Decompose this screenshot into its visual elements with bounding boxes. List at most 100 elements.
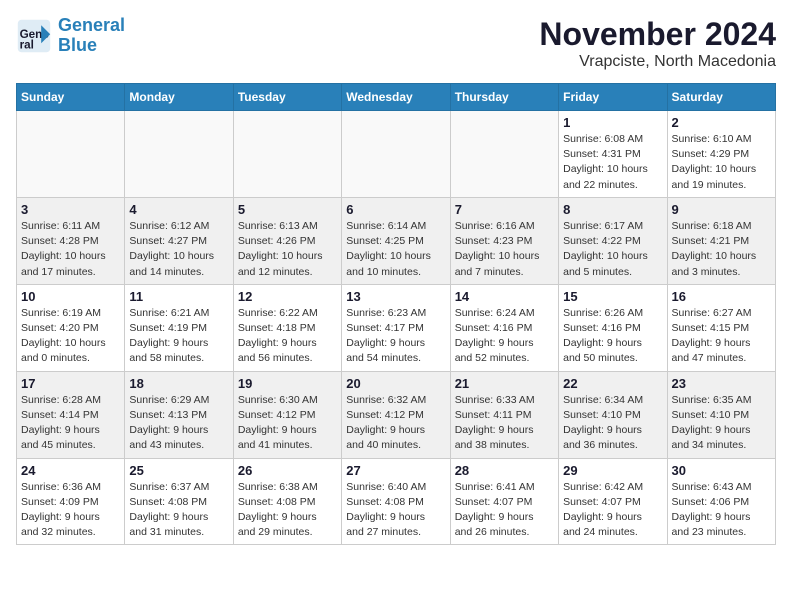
day-number: 16 [672, 289, 771, 304]
calendar-week-1: 1Sunrise: 6:08 AMSunset: 4:31 PMDaylight… [17, 111, 776, 198]
day-number: 28 [455, 463, 554, 478]
calendar-cell: 26 Sunrise: 6:38 AMSunset: 4:08 PMDayligh… [233, 458, 341, 545]
day-info: Sunrise: 6:30 AMSunset: 4:12 PMDaylight:… [238, 393, 337, 454]
day-info: Sunrise: 6:38 AMSunset: 4:08 PMDaylight:… [238, 480, 337, 541]
calendar-cell: 22 Sunrise: 6:34 AMSunset: 4:10 PMDayligh… [559, 371, 667, 458]
day-number: 26 [238, 463, 337, 478]
day-number: 11 [129, 289, 228, 304]
day-info: Sunrise: 6:40 AMSunset: 4:08 PMDaylight:… [346, 480, 445, 541]
day-number: 9 [672, 202, 771, 217]
day-info: Sunrise: 6:29 AMSunset: 4:13 PMDaylight:… [129, 393, 228, 454]
day-info: Sunrise: 6:14 AMSunset: 4:25 PMDaylight:… [346, 219, 445, 280]
day-header-tuesday: Tuesday [233, 84, 341, 111]
month-title: November 2024 [539, 16, 776, 53]
day-number: 21 [455, 376, 554, 391]
day-number: 14 [455, 289, 554, 304]
location-subtitle: Vrapciste, North Macedonia [539, 53, 776, 71]
day-number: 15 [563, 289, 662, 304]
logo-line1: General [58, 15, 125, 35]
svg-text:ral: ral [20, 38, 34, 51]
calendar-cell [450, 111, 558, 198]
calendar-week-2: 3 Sunrise: 6:11 AMSunset: 4:28 PMDaylight… [17, 197, 776, 284]
day-number: 3 [21, 202, 120, 217]
logo-icon: Gene ral [16, 18, 52, 54]
calendar-cell: 13 Sunrise: 6:23 AMSunset: 4:17 PMDayligh… [342, 284, 450, 371]
calendar-cell: 4Sunrise: 6:12 AMSunset: 4:27 PMDaylight… [125, 197, 233, 284]
day-info: Sunrise: 6:41 AMSunset: 4:07 PMDaylight:… [455, 480, 554, 541]
calendar-cell: 16 Sunrise: 6:27 AMSunset: 4:15 PMDayligh… [667, 284, 775, 371]
calendar-week-4: 17Sunrise: 6:28 AMSunset: 4:14 PMDayligh… [17, 371, 776, 458]
day-number: 7 [455, 202, 554, 217]
day-info: Sunrise: 6:36 AMSunset: 4:09 PMDaylight:… [21, 480, 120, 541]
calendar-cell [342, 111, 450, 198]
day-info: Sunrise: 6:11 AMSunset: 4:28 PMDaylight:… [21, 219, 120, 280]
day-info: Sunrise: 6:42 AMSunset: 4:07 PMDaylight:… [563, 480, 662, 541]
logo-line2: Blue [58, 35, 97, 55]
day-info: Sunrise: 6:13 AMSunset: 4:26 PMDaylight:… [238, 219, 337, 280]
calendar-cell: 25Sunrise: 6:37 AMSunset: 4:08 PMDayligh… [125, 458, 233, 545]
day-info: Sunrise: 6:28 AMSunset: 4:14 PMDaylight:… [21, 393, 120, 454]
day-number: 29 [563, 463, 662, 478]
day-info: Sunrise: 6:22 AMSunset: 4:18 PMDaylight:… [238, 306, 337, 367]
calendar-cell: 24 Sunrise: 6:36 AMSunset: 4:09 PMDayligh… [17, 458, 125, 545]
day-info: Sunrise: 6:10 AMSunset: 4:29 PMDaylight:… [672, 132, 771, 193]
calendar-cell: 10Sunrise: 6:19 AMSunset: 4:20 PMDayligh… [17, 284, 125, 371]
day-header-friday: Friday [559, 84, 667, 111]
day-info: Sunrise: 6:34 AMSunset: 4:10 PMDaylight:… [563, 393, 662, 454]
calendar-cell: 11 Sunrise: 6:21 AMSunset: 4:19 PMDayligh… [125, 284, 233, 371]
day-header-wednesday: Wednesday [342, 84, 450, 111]
calendar-cell: 6Sunrise: 6:14 AMSunset: 4:25 PMDaylight… [342, 197, 450, 284]
day-info: Sunrise: 6:21 AMSunset: 4:19 PMDaylight:… [129, 306, 228, 367]
day-info: Sunrise: 6:17 AMSunset: 4:22 PMDaylight:… [563, 219, 662, 280]
day-number: 1 [563, 115, 662, 130]
calendar-cell: 5 Sunrise: 6:13 AMSunset: 4:26 PMDaylight… [233, 197, 341, 284]
day-info: Sunrise: 6:27 AMSunset: 4:15 PMDaylight:… [672, 306, 771, 367]
calendar-cell [125, 111, 233, 198]
day-number: 12 [238, 289, 337, 304]
calendar-cell: 17Sunrise: 6:28 AMSunset: 4:14 PMDayligh… [17, 371, 125, 458]
title-block: November 2024 Vrapciste, North Macedonia [539, 16, 776, 71]
calendar-cell: 3 Sunrise: 6:11 AMSunset: 4:28 PMDaylight… [17, 197, 125, 284]
day-number: 13 [346, 289, 445, 304]
day-number: 30 [672, 463, 771, 478]
day-info: Sunrise: 6:23 AMSunset: 4:17 PMDaylight:… [346, 306, 445, 367]
calendar-cell: 30 Sunrise: 6:43 AMSunset: 4:06 PMDayligh… [667, 458, 775, 545]
logo-text: General Blue [58, 16, 125, 56]
day-info: Sunrise: 6:18 AMSunset: 4:21 PMDaylight:… [672, 219, 771, 280]
calendar-header-row: SundayMondayTuesdayWednesdayThursdayFrid… [17, 84, 776, 111]
day-number: 22 [563, 376, 662, 391]
day-info: Sunrise: 6:35 AMSunset: 4:10 PMDaylight:… [672, 393, 771, 454]
calendar-cell: 23 Sunrise: 6:35 AMSunset: 4:10 PMDayligh… [667, 371, 775, 458]
day-info: Sunrise: 6:32 AMSunset: 4:12 PMDaylight:… [346, 393, 445, 454]
calendar-cell: 1Sunrise: 6:08 AMSunset: 4:31 PMDaylight… [559, 111, 667, 198]
day-info: Sunrise: 6:33 AMSunset: 4:11 PMDaylight:… [455, 393, 554, 454]
calendar-cell: 29 Sunrise: 6:42 AMSunset: 4:07 PMDayligh… [559, 458, 667, 545]
day-info: Sunrise: 6:37 AMSunset: 4:08 PMDaylight:… [129, 480, 228, 541]
day-header-saturday: Saturday [667, 84, 775, 111]
calendar-cell: 7 Sunrise: 6:16 AMSunset: 4:23 PMDaylight… [450, 197, 558, 284]
calendar-cell: 20 Sunrise: 6:32 AMSunset: 4:12 PMDayligh… [342, 371, 450, 458]
calendar-cell: 8 Sunrise: 6:17 AMSunset: 4:22 PMDaylight… [559, 197, 667, 284]
day-number: 8 [563, 202, 662, 217]
day-number: 23 [672, 376, 771, 391]
day-number: 24 [21, 463, 120, 478]
logo: Gene ral General Blue [16, 16, 125, 56]
day-info: Sunrise: 6:16 AMSunset: 4:23 PMDaylight:… [455, 219, 554, 280]
day-header-monday: Monday [125, 84, 233, 111]
calendar-cell: 14Sunrise: 6:24 AMSunset: 4:16 PMDayligh… [450, 284, 558, 371]
day-number: 10 [21, 289, 120, 304]
calendar-cell: 12 Sunrise: 6:22 AMSunset: 4:18 PMDayligh… [233, 284, 341, 371]
calendar-cell: 21 Sunrise: 6:33 AMSunset: 4:11 PMDayligh… [450, 371, 558, 458]
day-info: Sunrise: 6:43 AMSunset: 4:06 PMDaylight:… [672, 480, 771, 541]
calendar-week-3: 10Sunrise: 6:19 AMSunset: 4:20 PMDayligh… [17, 284, 776, 371]
calendar-cell: 27Sunrise: 6:40 AMSunset: 4:08 PMDayligh… [342, 458, 450, 545]
calendar-cell: 9 Sunrise: 6:18 AMSunset: 4:21 PMDaylight… [667, 197, 775, 284]
day-number: 4 [129, 202, 228, 217]
day-number: 2 [672, 115, 771, 130]
calendar-week-5: 24 Sunrise: 6:36 AMSunset: 4:09 PMDayligh… [17, 458, 776, 545]
calendar-cell [17, 111, 125, 198]
calendar-table: SundayMondayTuesdayWednesdayThursdayFrid… [16, 83, 776, 545]
day-number: 5 [238, 202, 337, 217]
day-number: 18 [129, 376, 228, 391]
day-number: 20 [346, 376, 445, 391]
